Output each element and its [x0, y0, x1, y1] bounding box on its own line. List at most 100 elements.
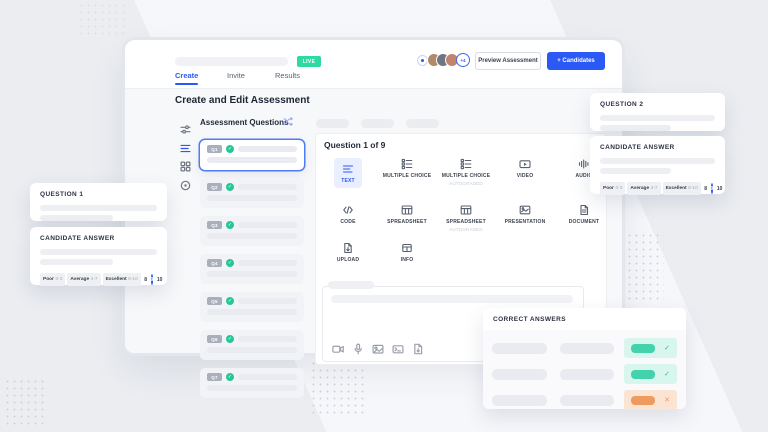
rating-range: 8-10	[128, 277, 138, 282]
status-correct[interactable]: ✓	[624, 338, 677, 358]
info-block-icon	[402, 243, 412, 253]
placeholder-bar	[492, 368, 547, 380]
type-tile-code[interactable]: CODE	[321, 204, 375, 232]
rating-excellent[interactable]: Excellent 8-10	[662, 182, 701, 195]
rating-poor[interactable]: Poor 0-3	[600, 182, 626, 195]
check-icon: ✓	[226, 259, 234, 267]
editor-toolbar	[332, 343, 424, 355]
questions-panel-title: Assessment Questions	[200, 118, 289, 127]
type-label: DOCUMENT	[568, 219, 600, 225]
placeholder-pill	[361, 119, 394, 128]
question-item[interactable]: Q5 ✓	[200, 292, 304, 322]
file-upload-icon[interactable]	[412, 343, 424, 355]
question2-card: QUESTION 2	[590, 93, 725, 131]
candidate-answer-card-left: CANDIDATE ANSWER Poor 0-3 Average 4-7 Ex…	[30, 227, 167, 286]
placeholder-bar	[559, 394, 615, 406]
shuffle-icon[interactable]	[283, 116, 294, 127]
placeholder-bar	[600, 168, 672, 174]
upload-icon	[344, 242, 352, 254]
type-tile-upload[interactable]: UPLOAD	[321, 242, 375, 263]
placeholder-bar	[40, 249, 157, 255]
type-sublabel: AUTOGRADED	[449, 226, 483, 232]
question-item[interactable]: Q2 ✓	[200, 178, 304, 208]
rating-excellent[interactable]: Excellent 8-10	[102, 273, 141, 286]
placeholder-bar	[40, 205, 157, 211]
page-title: Create and Edit Assessment	[175, 95, 310, 106]
placeholder-bar	[207, 157, 297, 163]
list-view-icon[interactable]	[180, 143, 191, 154]
rating-average[interactable]: Average 4-7	[67, 273, 101, 286]
check-icon: ✓	[664, 345, 670, 352]
type-tile-video[interactable]: VIDEO	[498, 158, 552, 188]
question-item[interactable]: Q7 ✓	[200, 368, 304, 398]
active-tab-underline	[175, 83, 198, 85]
placeholder-bar	[40, 259, 113, 265]
add-candidates-button[interactable]: + Candidates	[547, 52, 605, 70]
rating-score-8[interactable]: 8	[704, 186, 707, 192]
question-item[interactable]: Q6 ✓	[200, 330, 304, 360]
rating-score-8[interactable]: 8	[144, 277, 147, 283]
rating-label: Poor	[43, 277, 54, 282]
placeholder-bar	[238, 146, 297, 152]
avatar-overflow-badge[interactable]: +4	[456, 53, 470, 67]
spreadsheet-icon	[460, 205, 472, 215]
question-item[interactable]: Q4 ✓	[200, 254, 304, 284]
rating-label: Excellent	[105, 277, 127, 282]
filter-sliders-icon[interactable]	[180, 124, 191, 135]
question1-card: QUESTION 1	[30, 183, 167, 221]
question-counter: Question 1 of 9	[324, 140, 386, 150]
placeholder-bar	[559, 342, 615, 354]
placeholder-bar	[238, 298, 297, 304]
question-badge: Q1	[207, 145, 222, 153]
placeholder-bar	[207, 347, 297, 353]
type-tile-multiple-choice[interactable]: MULTIPLE CHOICE	[380, 158, 434, 188]
image-icon[interactable]	[372, 343, 384, 355]
question-badge: Q5	[207, 297, 222, 305]
placeholder-bar	[238, 336, 297, 342]
preview-assessment-button[interactable]: Preview Assessment	[475, 52, 541, 70]
placeholder-bar	[207, 233, 297, 239]
rating-range: 4-7	[650, 186, 658, 191]
question-badge: Q3	[207, 221, 222, 229]
status-incorrect[interactable]: ✕	[624, 390, 677, 410]
status-correct[interactable]: ✓	[624, 364, 677, 384]
code-block-icon[interactable]	[392, 343, 404, 355]
rating-score-10[interactable]: 10	[157, 277, 163, 283]
microphone-icon[interactable]	[352, 343, 364, 355]
rating-average[interactable]: Average 4-7	[627, 182, 661, 195]
tab-invite[interactable]: Invite	[227, 71, 245, 80]
video-camera-icon[interactable]	[332, 343, 344, 355]
rating-score-10[interactable]: 10	[717, 186, 723, 192]
type-tile-spreadsheet-autograded[interactable]: SPREADSHEET AUTOGRADED	[439, 204, 493, 232]
rating-poor[interactable]: Poor 0-3	[40, 273, 66, 286]
type-label: MULTIPLE CHOICE	[441, 173, 491, 179]
placeholder-bar	[238, 184, 297, 190]
type-tile-presentation[interactable]: PRESENTATION	[498, 204, 552, 232]
rating-range: 4-7	[90, 277, 98, 282]
check-icon: ✓	[664, 371, 670, 378]
question-item[interactable]: Q3 ✓	[200, 216, 304, 246]
check-icon: ✓	[226, 183, 234, 191]
rating-score-9-selected[interactable]: 9	[710, 183, 714, 194]
check-icon: ✓	[226, 335, 234, 343]
placeholder-bar	[207, 385, 297, 391]
type-tile-spreadsheet[interactable]: SPREADSHEET	[380, 204, 434, 232]
grid-view-icon[interactable]	[180, 161, 191, 172]
dot-pattern	[78, 2, 130, 38]
question-badge: Q4	[207, 259, 222, 267]
rating-score-9-selected[interactable]: 9	[150, 274, 154, 285]
type-tile-text[interactable]: TEXT	[321, 158, 375, 188]
tab-results[interactable]: Results	[275, 71, 300, 80]
card-title: CANDIDATE ANSWER	[600, 144, 675, 151]
question-item[interactable]: Q1 ✓	[200, 140, 304, 170]
placeholder-pill	[406, 119, 439, 128]
tab-create[interactable]: Create	[175, 71, 198, 80]
type-tile-document[interactable]: DOCUMENT	[557, 204, 611, 232]
assessment-questions-list: Q1 ✓ Q2 ✓ Q3 ✓ Q4 ✓ Q5 ✓ Q6 ✓ Q7 ✓	[200, 140, 304, 406]
type-label: UPLOAD	[336, 257, 360, 263]
live-badge: LIVE	[297, 56, 321, 67]
code-icon	[343, 206, 353, 214]
target-icon[interactable]	[180, 180, 191, 191]
type-tile-multiple-choice-autograded[interactable]: MULTIPLE CHOICE AUTOGRADED	[439, 158, 493, 188]
type-tile-info[interactable]: INFO	[380, 242, 434, 263]
